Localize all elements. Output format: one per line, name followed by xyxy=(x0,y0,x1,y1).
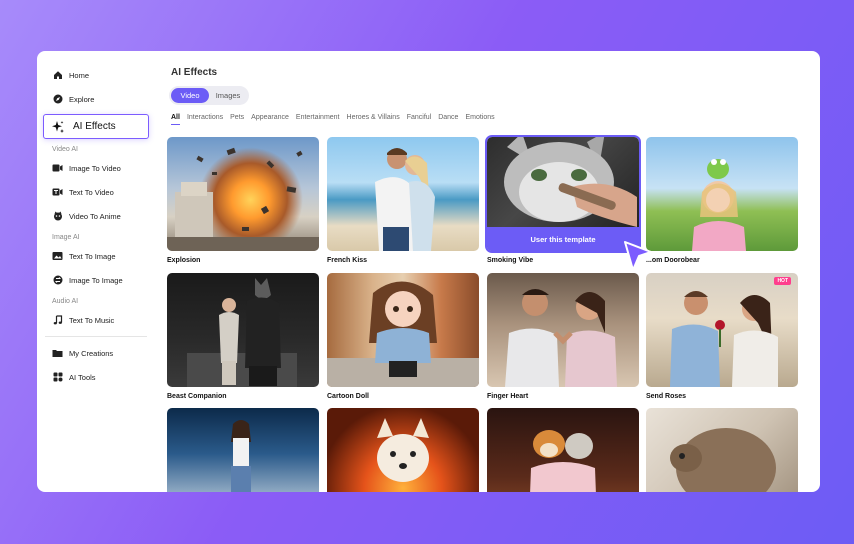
effect-card-smoking-vibe[interactable]: User this template Smoking Vibe xyxy=(485,135,641,264)
sidebar-item-label: My Creations xyxy=(69,348,114,358)
effect-card-french-kiss[interactable]: French Kiss xyxy=(327,137,479,264)
sidebar-item-label: Home xyxy=(69,70,90,80)
effect-card-cat[interactable] xyxy=(646,408,798,492)
text-image-icon xyxy=(52,251,63,262)
tab-interactions[interactable]: Interactions xyxy=(187,114,223,125)
effect-card-label: Send Roses xyxy=(646,393,687,400)
effect-card-label: Explosion xyxy=(167,257,201,264)
use-template-button[interactable]: User this template xyxy=(487,227,639,251)
effect-card-label: Cartoon Doll xyxy=(327,393,369,400)
anime-icon xyxy=(52,211,63,222)
sidebar-item-text-to-music[interactable]: Text To Music xyxy=(37,308,155,332)
sidebar-item-ai-effects[interactable]: AI Effects xyxy=(43,114,149,139)
media-toggle: Video Images xyxy=(169,86,249,105)
folder-icon xyxy=(52,348,63,359)
page-title: AI Effects xyxy=(171,67,218,78)
effect-card-send-roses[interactable]: HOT Send Roses xyxy=(646,273,798,400)
tab-entertainment[interactable]: Entertainment xyxy=(296,114,340,125)
effect-card-finger-heart[interactable]: Finger Heart xyxy=(487,273,639,400)
effect-card-fire-dog[interactable] xyxy=(327,408,479,492)
text-video-icon xyxy=(52,187,63,198)
sparkle-icon xyxy=(51,120,65,134)
effect-card-label: Smoking Vibe xyxy=(487,257,534,264)
compass-icon xyxy=(52,94,63,105)
tab-appearance[interactable]: Appearance xyxy=(251,114,289,125)
image-video-icon xyxy=(52,163,63,174)
sidebar-item-text-to-image[interactable]: Text To Image xyxy=(37,244,155,268)
effect-thumbnail: User this template xyxy=(485,135,641,253)
sidebar-item-my-creations[interactable]: My Creations xyxy=(37,341,155,365)
hot-badge: HOT xyxy=(774,277,791,285)
main-content: AI Effects Video Images All Interactions… xyxy=(167,51,820,492)
tab-emotions[interactable]: Emotions xyxy=(465,114,494,125)
tab-all[interactable]: All xyxy=(171,114,180,125)
sidebar-item-label: Image To Image xyxy=(69,275,123,285)
sidebar-item-label: Explore xyxy=(69,94,95,104)
effect-thumbnail xyxy=(487,273,639,387)
sidebar-item-video-to-anime[interactable]: Video To Anime xyxy=(37,204,155,228)
effect-card-label: ...om Doorobear xyxy=(646,257,700,264)
toggle-images[interactable]: Images xyxy=(209,88,247,103)
sidebar: Home Explore AI Effects Video AI Image T… xyxy=(37,51,155,492)
sidebar-item-label: Video To Anime xyxy=(69,211,121,221)
effect-thumbnail xyxy=(487,408,639,492)
tab-pets[interactable]: Pets xyxy=(230,114,244,125)
sidebar-item-label: AI Effects xyxy=(73,121,116,132)
effect-card-label: Finger Heart xyxy=(487,393,529,400)
effect-thumbnail xyxy=(327,273,479,387)
effect-thumbnail xyxy=(167,273,319,387)
sidebar-item-home[interactable]: Home xyxy=(37,63,155,87)
effect-thumbnail xyxy=(167,137,319,251)
sidebar-item-image-to-video[interactable]: Image To Video xyxy=(37,156,155,180)
sidebar-item-label: AI Tools xyxy=(69,372,96,382)
category-tabs: All Interactions Pets Appearance Enterta… xyxy=(171,114,495,125)
sidebar-item-explore[interactable]: Explore xyxy=(37,87,155,111)
effect-card-pet-hug[interactable] xyxy=(487,408,639,492)
effect-thumbnail xyxy=(646,408,798,492)
group-label-video-ai: Video AI xyxy=(52,145,78,153)
tab-dance[interactable]: Dance xyxy=(438,114,458,125)
effect-card-explosion[interactable]: Explosion xyxy=(167,137,319,264)
group-label-audio-ai: Audio AI xyxy=(52,297,79,305)
effect-thumbnail: HOT xyxy=(646,273,798,387)
effect-thumbnail xyxy=(327,408,479,492)
group-label-image-ai: Image AI xyxy=(52,233,80,241)
tab-fanciful[interactable]: Fanciful xyxy=(407,114,432,125)
sidebar-item-text-to-video[interactable]: Text To Video xyxy=(37,180,155,204)
sidebar-item-label: Image To Video xyxy=(69,163,121,173)
app-window: Home Explore AI Effects Video AI Image T… xyxy=(37,51,820,492)
home-icon xyxy=(52,70,63,81)
effect-thumbnail xyxy=(646,137,798,251)
sidebar-divider xyxy=(45,336,147,337)
sidebar-item-label: Text To Image xyxy=(69,251,116,261)
tab-heroes-villains[interactable]: Heroes & Villains xyxy=(347,114,400,125)
music-note-icon xyxy=(52,315,63,326)
effect-card-beast-companion[interactable]: Beast Companion xyxy=(167,273,319,400)
effect-thumbnail xyxy=(167,408,319,492)
effect-card-label: French Kiss xyxy=(327,257,368,264)
grid-icon xyxy=(52,372,63,383)
effect-thumbnail xyxy=(327,137,479,251)
effect-card-label: Beast Companion xyxy=(167,393,227,400)
sidebar-item-label: Text To Music xyxy=(69,315,115,325)
image-swap-icon xyxy=(52,275,63,286)
sidebar-item-ai-tools[interactable]: AI Tools xyxy=(37,365,155,389)
pointer-cursor-icon xyxy=(624,241,652,271)
effect-card-cartoon-doll[interactable]: Cartoon Doll xyxy=(327,273,479,400)
sidebar-item-label: Text To Video xyxy=(69,187,114,197)
effect-card-doorobear[interactable]: ...om Doorobear xyxy=(646,137,798,264)
effect-card-runway[interactable] xyxy=(167,408,319,492)
toggle-video[interactable]: Video xyxy=(171,88,209,103)
sidebar-item-image-to-image[interactable]: Image To Image xyxy=(37,268,155,292)
